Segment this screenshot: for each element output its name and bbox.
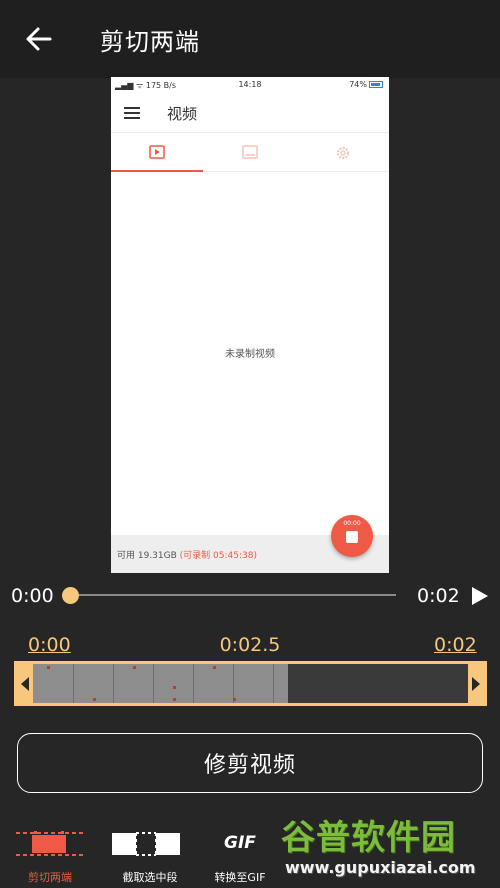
app-bar: 剪切两端 [0,0,500,78]
cut-ends-icon [16,831,84,856]
image-tab-icon [242,145,258,159]
handle-right-arrow-icon [472,677,480,691]
trim-handle-left[interactable] [17,664,33,703]
seek-thumb[interactable] [62,587,79,604]
cut-middle-icon [112,832,180,856]
record-stop-button: 00:00 [331,515,373,557]
video-tab-icon [149,145,165,159]
seek-bar[interactable] [70,594,396,596]
watermark-url: www.gupuxiazai.com [285,858,476,877]
back-arrow-icon[interactable] [22,22,56,56]
trim-selected-duration: 0:02.5 [219,634,281,656]
page-title: 剪切两端 [100,28,200,56]
trim-handle-right[interactable] [468,664,484,703]
trim-video-button[interactable]: 修剪视频 [17,733,483,793]
preview-title: 视频 [167,105,198,123]
handle-left-arrow-icon [21,677,29,691]
storage-text: 可用 19.31GB (可录制 05:45:38) [117,551,257,561]
tool-cut-middle[interactable]: 截取选中段 [100,805,200,885]
watermark: 谷普软件园 www.gupuxiazai.com [275,810,500,888]
tool-cut-ends-label: 剪切两端 [28,871,72,884]
empty-message: 未录制视频 [225,349,275,360]
preview-status-bar: ▂▄▆ ᯤ 175 B/s 14:18 74% [111,77,389,93]
preview-tab-videos [111,134,204,172]
current-time: 0:00 [11,585,54,607]
record-timer: 00:00 [343,520,361,527]
video-frames-strip [33,664,288,703]
preview-tab-images [204,134,297,172]
hamburger-menu-icon [124,107,140,119]
video-preview[interactable]: ▂▄▆ ᯤ 175 B/s 14:18 74% 视频 未录制视频 可用 19.3… [111,77,389,573]
preview-tab-settings [297,134,389,172]
tool-cut-middle-label: 截取选中段 [122,871,178,884]
preview-tabs [111,134,389,172]
stop-icon [346,531,358,543]
preview-toolbar: 视频 [111,93,389,133]
battery-icon [369,81,383,88]
trim-end-time[interactable]: 0:02 [434,634,477,656]
play-icon[interactable] [470,585,490,607]
status-time: 14:18 [238,80,262,89]
battery-status: 74% [349,80,383,89]
duration-time: 0:02 [417,585,460,607]
watermark-name: 谷普软件园 [281,818,456,858]
gif-icon: GIF [224,833,256,853]
tool-cut-ends[interactable]: 剪切两端 [0,805,100,885]
trim-timeline[interactable] [14,661,487,706]
settings-tab-icon [337,147,349,159]
